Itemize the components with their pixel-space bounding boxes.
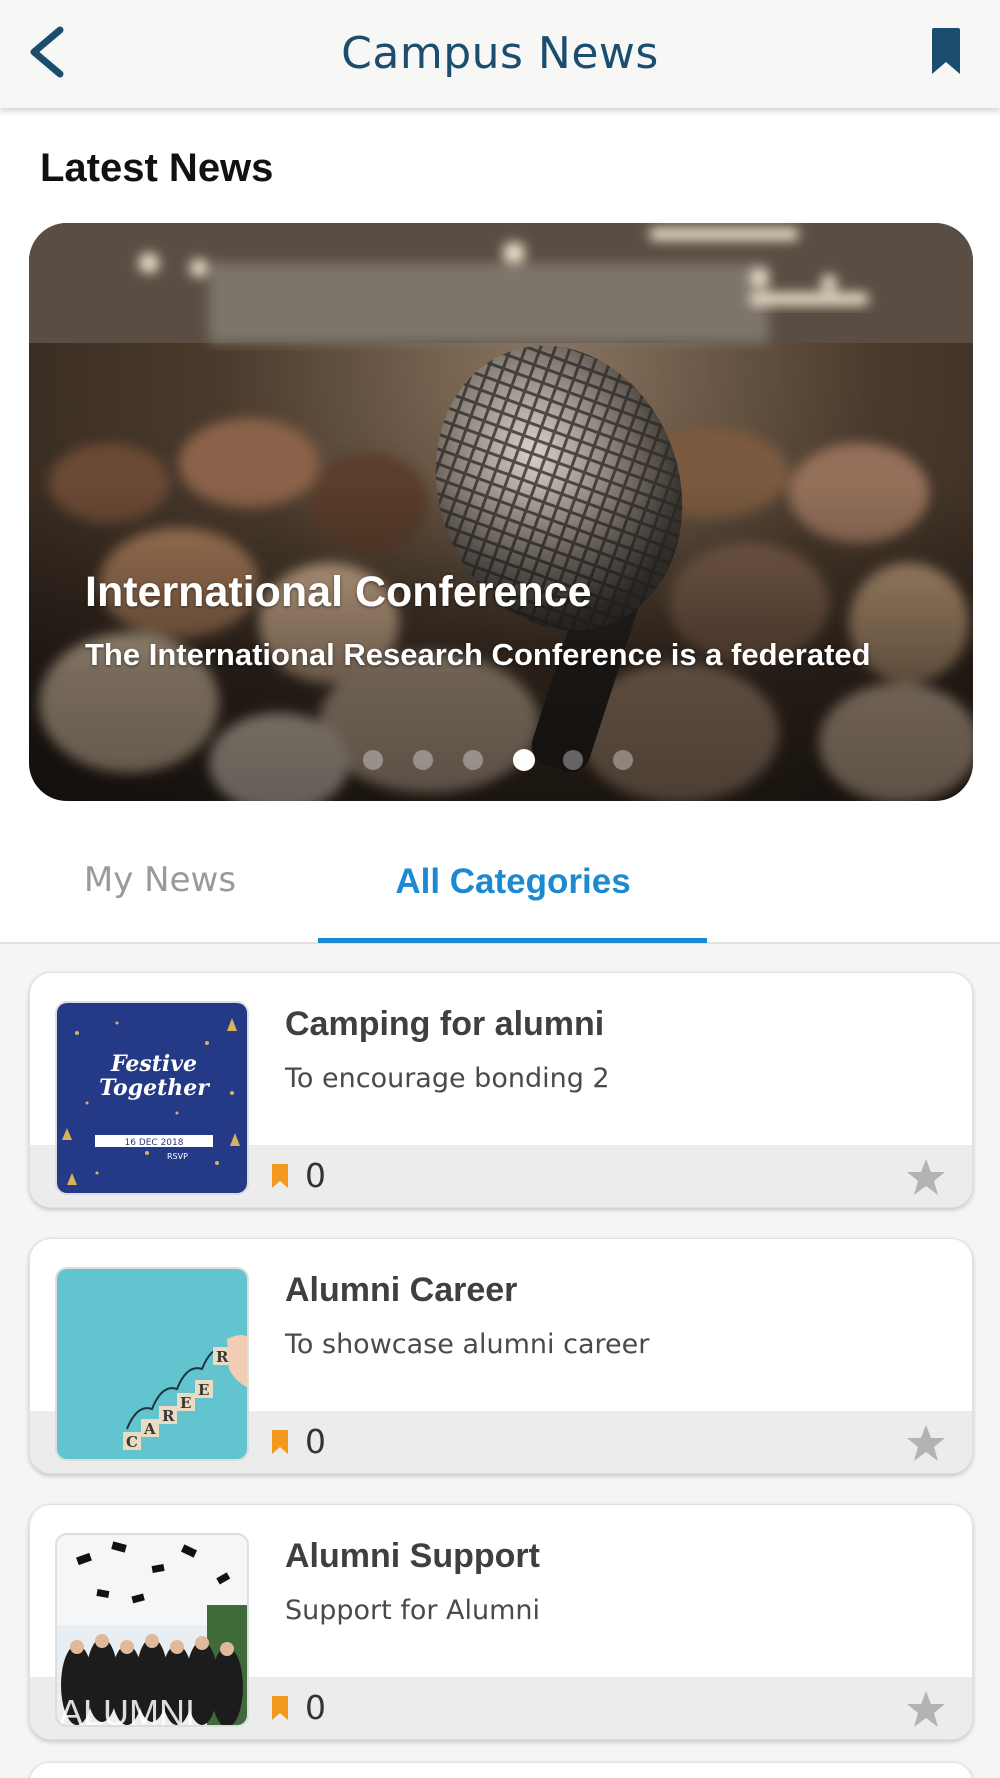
- tab-all-categories[interactable]: All Categories: [318, 862, 708, 902]
- bookmark-count: 0: [305, 1156, 326, 1195]
- bookmark-count: 0: [305, 1422, 326, 1461]
- latest-news-banner[interactable]: International Conference The Internation…: [29, 223, 973, 801]
- news-title: Alumni Career: [285, 1271, 518, 1309]
- svg-text:R: R: [216, 1348, 229, 1366]
- carousel-dot[interactable]: [463, 750, 483, 770]
- banner-title: International Conference: [85, 568, 592, 616]
- news-title: Alumni Support: [285, 1537, 540, 1575]
- latest-news-heading: Latest News: [40, 146, 274, 190]
- carousel-dot[interactable]: [413, 750, 433, 770]
- bookmark-count: 0: [305, 1688, 326, 1727]
- thumb-heading-line2: Together: [99, 1075, 210, 1101]
- bookmark-icon: [932, 28, 960, 74]
- carousel-dot[interactable]: [563, 750, 583, 770]
- news-description: To encourage bonding 2: [285, 1063, 610, 1094]
- bookmarks-button[interactable]: [926, 26, 966, 78]
- news-thumbnail: ALUMNI: [55, 1533, 249, 1727]
- carousel-dot-active[interactable]: [513, 749, 535, 771]
- news-tabs: My News All Categories: [0, 830, 1000, 944]
- news-description: Support for Alumni: [285, 1595, 541, 1626]
- svg-text:E: E: [198, 1381, 209, 1399]
- tab-my-news[interactable]: My News: [60, 860, 260, 900]
- svg-text:C: C: [126, 1433, 138, 1451]
- app-header: Campus News: [0, 0, 1000, 108]
- active-tab-indicator: [318, 938, 707, 943]
- star-icon[interactable]: [906, 1689, 946, 1729]
- news-card[interactable]: Festive Together 16 DEC 2018 RSVP Campin…: [29, 972, 973, 1208]
- news-card[interactable]: C A R E E R Alumni Career To showcase al…: [29, 1238, 973, 1474]
- carousel-pagination: [29, 749, 973, 774]
- bookmark-count-icon: [272, 1164, 288, 1188]
- bookmark-count-icon: [272, 1696, 288, 1720]
- news-thumbnail: C A R E E R: [55, 1267, 249, 1461]
- news-card-partial[interactable]: [29, 1762, 973, 1778]
- thumb-date: 16 DEC 2018: [125, 1138, 184, 1148]
- page-title: Campus News: [341, 28, 659, 79]
- star-icon[interactable]: [906, 1157, 946, 1197]
- thumb-heading-line1: Festive: [110, 1051, 197, 1077]
- news-description: To showcase alumni career: [285, 1329, 650, 1360]
- bookmark-count-icon: [272, 1430, 288, 1454]
- thumb-rsvp: RSVP: [167, 1152, 188, 1161]
- banner-description: The International Research Conference is…: [85, 637, 871, 672]
- carousel-dot[interactable]: [363, 750, 383, 770]
- svg-text:E: E: [180, 1394, 191, 1412]
- thumb-alumni-text: ALUMNI: [59, 1692, 195, 1727]
- star-icon[interactable]: [906, 1423, 946, 1463]
- news-thumbnail: Festive Together 16 DEC 2018 RSVP: [55, 1001, 249, 1195]
- news-title: Camping for alumni: [285, 1005, 605, 1043]
- carousel-dot[interactable]: [613, 750, 633, 770]
- svg-text:R: R: [162, 1407, 175, 1425]
- svg-text:A: A: [143, 1420, 156, 1438]
- news-card[interactable]: ALUMNI Alumni Support Support for Alumni…: [29, 1504, 973, 1740]
- campus-news-screen: Campus News Latest News International Co…: [0, 0, 1000, 1778]
